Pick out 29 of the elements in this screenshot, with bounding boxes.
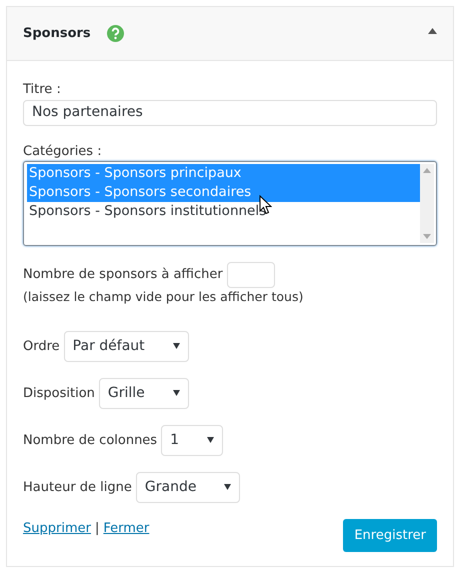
- caret-icon: [224, 484, 232, 490]
- scroll-up-icon[interactable]: [423, 168, 431, 173]
- count-input[interactable]: [226, 262, 275, 288]
- close-link[interactable]: Fermer: [103, 518, 150, 538]
- caret-icon: [207, 437, 214, 444]
- field-label: Ordre: [23, 338, 60, 356]
- field-label: Nombre de sponsors à afficher: [23, 266, 223, 284]
- category-option[interactable]: Sponsors - Sponsors institutionnels: [27, 202, 420, 221]
- toggle-arrow-icon[interactable]: [428, 28, 437, 34]
- hint-text: (laissez le champ vide pour les afficher tous): [23, 288, 304, 306]
- title-input[interactable]: Nos partenaires: [23, 100, 437, 126]
- field-label: Titre :: [23, 81, 62, 99]
- field-label: Hauteur de ligne: [23, 478, 132, 496]
- caret-icon: [172, 390, 180, 396]
- field-label: Disposition: [23, 384, 95, 402]
- field-label: Catégories :: [23, 142, 103, 160]
- field-label: Nombre de colonnes: [23, 432, 158, 450]
- widget-title: Sponsors: [23, 24, 91, 43]
- scroll-down-icon[interactable]: [423, 234, 431, 239]
- dropdown-select[interactable]: Grande: [136, 472, 240, 503]
- dropdown-select[interactable]: 1: [161, 424, 224, 456]
- dropdown-select[interactable]: Par défaut: [64, 330, 189, 362]
- categories-listbox[interactable]: Sponsors - Sponsors principaux Sponsors - Sponsors secondaires Sponsors - Sponsors institutionnels: [23, 161, 437, 246]
- separator: |: [94, 520, 100, 538]
- dropdown-select[interactable]: Grille: [98, 378, 189, 409]
- caret-icon: [172, 343, 180, 350]
- help-icon[interactable]: [106, 25, 124, 42]
- scrollbar[interactable]: [420, 164, 434, 243]
- delete-link[interactable]: Supprimer: [23, 518, 91, 538]
